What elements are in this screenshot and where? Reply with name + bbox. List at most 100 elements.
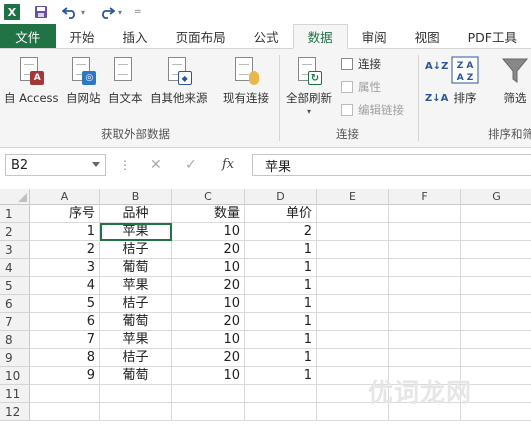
refresh-all-dropdown-icon[interactable]: ▾	[307, 105, 311, 119]
row-header-12[interactable]: 12	[0, 403, 30, 421]
confirm-entry-button[interactable]: ✓	[185, 157, 197, 173]
cell-g8[interactable]	[461, 331, 531, 349]
cell-b4[interactable]: 葡萄	[100, 259, 172, 277]
cell-f2[interactable]	[389, 223, 461, 241]
cell-b7[interactable]: 葡萄	[100, 313, 172, 331]
tab-file[interactable]: 文件	[0, 24, 56, 48]
tab-view[interactable]: 视图	[401, 24, 454, 48]
cell-c2[interactable]: 10	[172, 223, 245, 241]
cell-a12[interactable]	[30, 403, 100, 421]
cell-d4[interactable]: 1	[245, 259, 317, 277]
column-header-a[interactable]: A	[30, 189, 100, 205]
name-box[interactable]: B2	[5, 154, 106, 176]
cell-c8[interactable]: 10	[172, 331, 245, 349]
column-header-e[interactable]: E	[317, 189, 389, 205]
cell-e4[interactable]	[317, 259, 389, 277]
existing-connections-button[interactable]: 现有连接	[223, 55, 269, 105]
cell-d2[interactable]: 2	[245, 223, 317, 241]
row-header-3[interactable]: 3	[0, 241, 30, 259]
cell-c9[interactable]: 20	[172, 349, 245, 367]
row-header-8[interactable]: 8	[0, 331, 30, 349]
cell-c6[interactable]: 10	[172, 295, 245, 313]
cell-f6[interactable]	[389, 295, 461, 313]
sort-button[interactable]: Z A A Z 排序	[450, 55, 480, 105]
filter-button[interactable]: 筛选	[500, 55, 530, 105]
cell-e7[interactable]	[317, 313, 389, 331]
from-other-sources-button[interactable]: ◆ 自其他来源	[150, 55, 208, 105]
cell-b8[interactable]: 苹果	[100, 331, 172, 349]
formula-input[interactable]: 苹果	[252, 154, 531, 176]
cell-a1[interactable]: 序号	[30, 205, 100, 223]
cell-d11[interactable]	[245, 385, 317, 403]
row-header-7[interactable]: 7	[0, 313, 30, 331]
cell-c1[interactable]: 数量	[172, 205, 245, 223]
cell-b9[interactable]: 桔子	[100, 349, 172, 367]
tab-data[interactable]: 数据	[292, 24, 348, 49]
tab-page-layout[interactable]: 页面布局	[162, 24, 240, 48]
cell-b5[interactable]: 苹果	[100, 277, 172, 295]
cell-g2[interactable]	[461, 223, 531, 241]
select-all-button[interactable]	[0, 189, 30, 205]
cell-c3[interactable]: 20	[172, 241, 245, 259]
cell-d7[interactable]: 1	[245, 313, 317, 331]
refresh-all-button[interactable]: ↻ 全部刷新 ▾	[286, 55, 332, 119]
cell-e9[interactable]	[317, 349, 389, 367]
chevron-down-icon[interactable]	[92, 162, 100, 167]
cell-g6[interactable]	[461, 295, 531, 313]
column-header-g[interactable]: G	[461, 189, 531, 205]
cell-f7[interactable]	[389, 313, 461, 331]
undo-dropdown-icon[interactable]: ▾	[81, 8, 85, 17]
cell-a9[interactable]: 8	[30, 349, 100, 367]
row-header-4[interactable]: 4	[0, 259, 30, 277]
tab-review[interactable]: 审阅	[348, 24, 401, 48]
column-header-c[interactable]: C	[172, 189, 245, 205]
cancel-entry-button[interactable]: ✕	[150, 157, 162, 173]
tab-home[interactable]: 开始	[56, 24, 109, 48]
undo-icon[interactable]	[62, 5, 78, 19]
redo-dropdown-icon[interactable]: ▾	[118, 8, 122, 17]
tab-pdf-tools[interactable]: PDF工具	[454, 24, 531, 48]
cell-d6[interactable]: 1	[245, 295, 317, 313]
formula-bar-grip-icon[interactable]: ⋮	[119, 158, 131, 172]
row-header-5[interactable]: 5	[0, 277, 30, 295]
column-header-d[interactable]: D	[245, 189, 317, 205]
cell-a4[interactable]: 3	[30, 259, 100, 277]
cell-b6[interactable]: 桔子	[100, 295, 172, 313]
cell-f3[interactable]	[389, 241, 461, 259]
tab-insert[interactable]: 插入	[109, 24, 162, 48]
connections-command[interactable]: 连接	[341, 56, 381, 72]
cell-a7[interactable]: 6	[30, 313, 100, 331]
column-header-f[interactable]: F	[389, 189, 461, 205]
cell-g3[interactable]	[461, 241, 531, 259]
cell-c12[interactable]	[172, 403, 245, 421]
cell-d12[interactable]	[245, 403, 317, 421]
cell-c4[interactable]: 10	[172, 259, 245, 277]
cell-c7[interactable]: 20	[172, 313, 245, 331]
cell-d5[interactable]: 1	[245, 277, 317, 295]
cell-c10[interactable]: 10	[172, 367, 245, 385]
cell-f9[interactable]	[389, 349, 461, 367]
cell-g5[interactable]	[461, 277, 531, 295]
cell-a8[interactable]: 7	[30, 331, 100, 349]
cell-a2[interactable]: 1	[30, 223, 100, 241]
row-header-1[interactable]: 1	[0, 205, 30, 223]
cell-b12[interactable]	[100, 403, 172, 421]
cell-b11[interactable]	[100, 385, 172, 403]
cell-f8[interactable]	[389, 331, 461, 349]
sort-descending-button[interactable]: Z↓A	[425, 93, 448, 104]
cell-a10[interactable]: 9	[30, 367, 100, 385]
insert-function-button[interactable]: fx	[222, 157, 234, 172]
cell-f1[interactable]	[389, 205, 461, 223]
from-web-button[interactable]: ◎ 自网站	[66, 55, 101, 105]
cell-e2[interactable]	[317, 223, 389, 241]
cell-b3[interactable]: 桔子	[100, 241, 172, 259]
cell-c5[interactable]: 20	[172, 277, 245, 295]
sort-ascending-button[interactable]: A↓Z	[425, 61, 448, 72]
tab-formulas[interactable]: 公式	[240, 24, 293, 48]
cell-g7[interactable]	[461, 313, 531, 331]
cell-f5[interactable]	[389, 277, 461, 295]
cell-e5[interactable]	[317, 277, 389, 295]
cell-d10[interactable]: 1	[245, 367, 317, 385]
row-header-10[interactable]: 10	[0, 367, 30, 385]
cell-e6[interactable]	[317, 295, 389, 313]
